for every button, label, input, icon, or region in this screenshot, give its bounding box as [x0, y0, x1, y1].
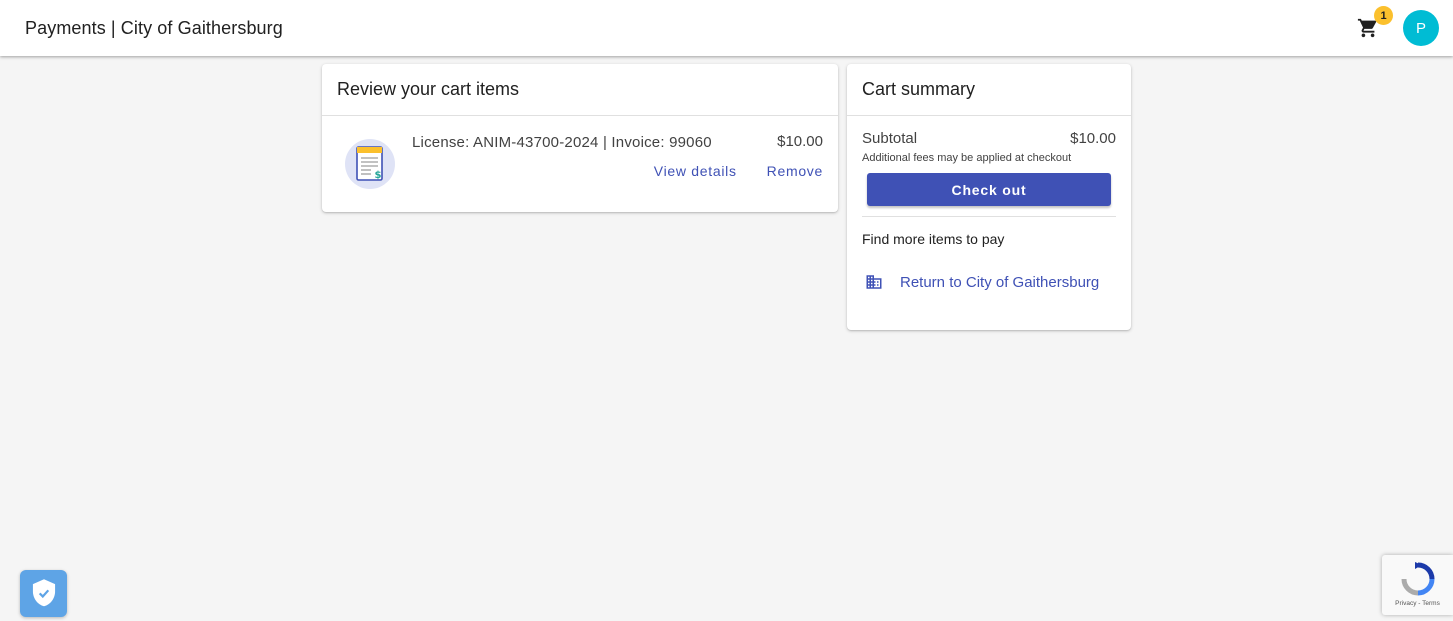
checkout-button[interactable]: Check out [867, 173, 1111, 206]
return-link-label: Return to City of Gaithersburg [900, 273, 1100, 291]
security-shield-button[interactable] [20, 570, 67, 617]
cart-summary-body: Subtotal $10.00 Additional fees may be a… [847, 130, 1131, 291]
invoice-document-icon: $ [345, 139, 395, 189]
app-bar-actions: 1 P [1355, 6, 1439, 46]
cart-items-title: Review your cart items [322, 64, 838, 116]
shield-check-icon [32, 578, 55, 606]
user-avatar[interactable]: P [1403, 10, 1439, 46]
cart-summary-title: Cart summary [847, 64, 1131, 116]
recaptcha-links: Privacy - Terms [1395, 600, 1440, 607]
subtotal-row: Subtotal $10.00 [862, 130, 1116, 147]
cart-button[interactable]: 1 [1355, 6, 1393, 41]
return-to-city-link[interactable]: Return to City of Gaithersburg [862, 273, 1116, 291]
view-details-button[interactable]: View details [654, 163, 737, 179]
find-more-heading: Find more items to pay [862, 231, 1005, 247]
recaptcha-logo-icon [1401, 562, 1434, 596]
cart-item-price: $10.00 [777, 133, 823, 150]
svg-text:$: $ [375, 170, 382, 181]
recaptcha-terms-link[interactable]: Terms [1422, 600, 1440, 607]
cart-item: $ License: ANIM-43700-2024 | Invoice: 99… [322, 116, 838, 212]
cart-item-actions: View details Remove [654, 163, 823, 179]
app-bar: Payments | City of Gaithersburg 1 P [0, 0, 1453, 56]
cart-items-card: Review your cart items $ License: ANIM-4… [322, 64, 838, 212]
cart-summary-card: Cart summary Subtotal $10.00 Additional … [847, 64, 1131, 330]
remove-button[interactable]: Remove [767, 163, 823, 179]
subtotal-label: Subtotal [862, 130, 918, 147]
summary-divider [862, 216, 1116, 217]
building-icon [866, 275, 882, 289]
cart-item-description: License: ANIM-43700-2024 | Invoice: 9906… [412, 134, 712, 151]
recaptcha-privacy-link[interactable]: Privacy [1395, 600, 1416, 607]
recaptcha-badge[interactable]: Privacy - Terms [1382, 555, 1453, 615]
subtotal-value: $10.00 [1070, 130, 1116, 147]
fee-note: Additional fees may be applied at checko… [862, 152, 1072, 164]
page-title: Payments | City of Gaithersburg [25, 17, 283, 38]
cart-count-badge: 1 [1374, 6, 1393, 25]
